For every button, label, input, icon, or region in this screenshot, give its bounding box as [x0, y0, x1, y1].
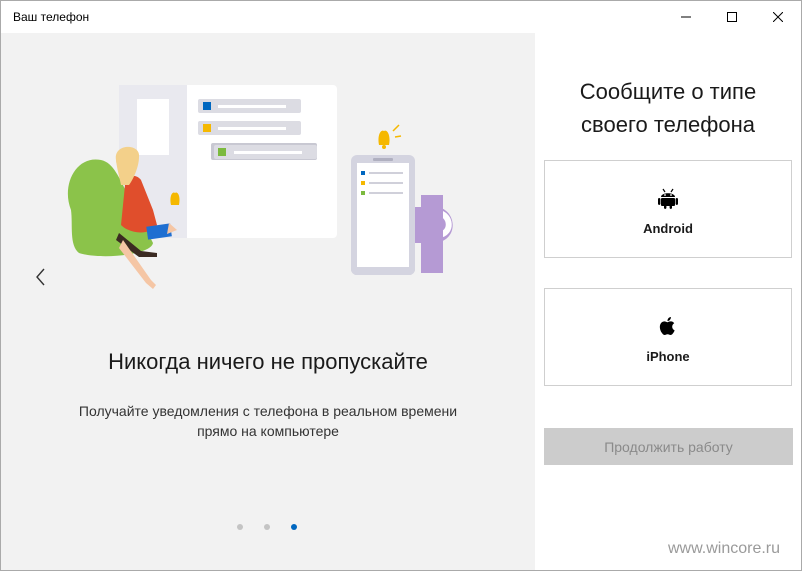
panel-title-line2: своего телефона: [581, 112, 755, 137]
slide-description: Получайте уведомления с телефона в реаль…: [1, 401, 535, 441]
carousel-panel: Никогда ничего не пропускайте Получайте …: [1, 33, 535, 570]
title-bar[interactable]: Ваш телефон: [1, 1, 801, 33]
carousel-dot-3[interactable]: [291, 524, 297, 530]
carousel-dots: [237, 521, 297, 533]
apple-icon: [659, 317, 675, 336]
maximize-icon: [727, 12, 737, 22]
window-title: Ваш телефон: [13, 10, 90, 24]
app-window: Ваш телефон Никогда ничего не пропускайт…: [0, 0, 802, 571]
maximize-button[interactable]: [709, 1, 755, 33]
minimize-button[interactable]: [663, 1, 709, 33]
slide-headline: Никогда ничего не пропускайте: [108, 349, 428, 374]
minimize-icon: [681, 16, 691, 18]
carousel-dot-1[interactable]: [237, 524, 243, 530]
iphone-label: iPhone: [646, 349, 690, 364]
chevron-left-icon: [36, 268, 45, 286]
close-button[interactable]: [755, 1, 801, 33]
notifications-illustration: [67, 85, 453, 289]
previous-slide-button[interactable]: [29, 265, 53, 289]
slide-description-line1: Получайте уведомления с телефона в реаль…: [78, 403, 458, 419]
carousel-dot-2[interactable]: [264, 524, 270, 530]
continue-button[interactable]: Продолжить работу: [544, 428, 793, 465]
phone-type-panel: Сообщите о типе своего телефона Android …: [535, 33, 801, 570]
panel-title-line1: Сообщите о типе: [579, 79, 757, 104]
slide-description-line2: прямо на компьютере: [197, 423, 339, 439]
watermark-text: www.wincore.ru: [668, 540, 781, 557]
android-option-button[interactable]: Android: [544, 160, 792, 258]
android-icon: [658, 188, 678, 209]
android-label: Android: [643, 221, 693, 236]
close-icon: [773, 12, 783, 22]
panel-title: Сообщите о типе своего телефона: [535, 75, 801, 141]
iphone-option-button[interactable]: iPhone: [544, 288, 792, 386]
